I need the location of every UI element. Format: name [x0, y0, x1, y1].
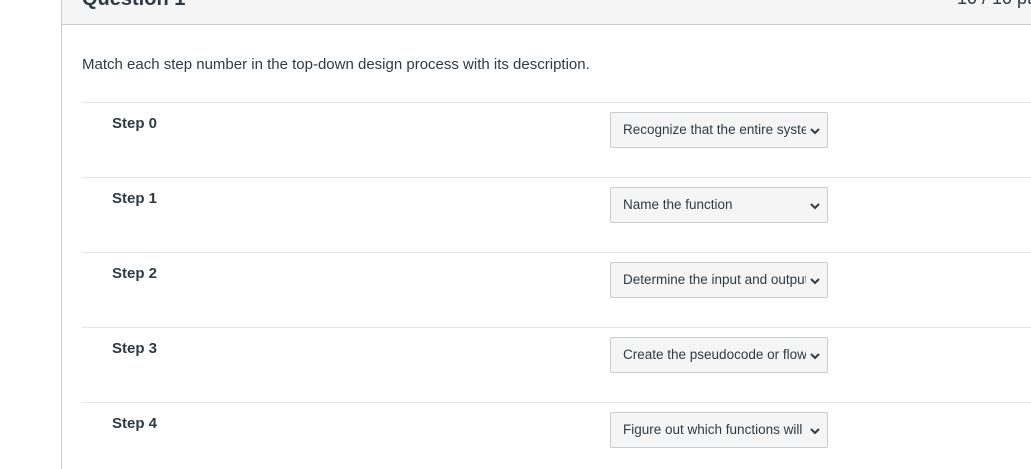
chevron-down-icon — [810, 278, 820, 285]
step-label: Step 3 — [112, 340, 158, 357]
quiz-page: Question 1 10 / 10 pts Match each step n… — [0, 0, 1031, 469]
step-label: Step 0 — [112, 115, 158, 132]
selected-option: Figure out which functions will — [623, 422, 803, 437]
question-title: Question 1 — [82, 0, 185, 11]
answer-select-step-4[interactable]: Figure out which functions will — [610, 412, 828, 448]
question-points: 10 / 10 pts — [957, 0, 1031, 9]
chevron-down-icon — [810, 428, 820, 435]
answer-select-step-2[interactable]: Determine the input and output — [610, 262, 828, 298]
step-label: Step 2 — [112, 265, 158, 282]
answer-row-step-1: Step 1 Name the function — [82, 177, 1031, 252]
answer-select-step-1[interactable]: Name the function — [610, 187, 828, 223]
chevron-down-icon — [810, 353, 820, 360]
selected-option: Recognize that the entire system — [623, 122, 806, 137]
selected-option: Name the function — [623, 197, 733, 212]
answer-select-step-0[interactable]: Recognize that the entire system — [610, 112, 828, 148]
answer-row-step-2: Step 2 Determine the input and output — [82, 252, 1031, 327]
question-prompt: Match each step number in the top-down d… — [82, 56, 590, 73]
selected-option: Determine the input and output — [623, 272, 806, 287]
step-label: Step 4 — [112, 415, 158, 432]
answer-row-step-0: Step 0 Recognize that the entire system — [82, 102, 1031, 177]
question-header: Question 1 10 / 10 pts — [62, 0, 1031, 25]
answer-row-step-4: Step 4 Figure out which functions will — [82, 402, 1031, 469]
selected-option: Create the pseudocode or flowchart — [623, 347, 806, 362]
answer-select-step-3[interactable]: Create the pseudocode or flowchart — [610, 337, 828, 373]
chevron-down-icon — [810, 203, 820, 210]
answer-list: Step 0 Recognize that the entire system … — [82, 102, 1031, 469]
content-left-border — [61, 0, 62, 469]
answer-row-step-3: Step 3 Create the pseudocode or flowchar… — [82, 327, 1031, 402]
chevron-down-icon — [810, 128, 820, 135]
step-label: Step 1 — [112, 190, 158, 207]
